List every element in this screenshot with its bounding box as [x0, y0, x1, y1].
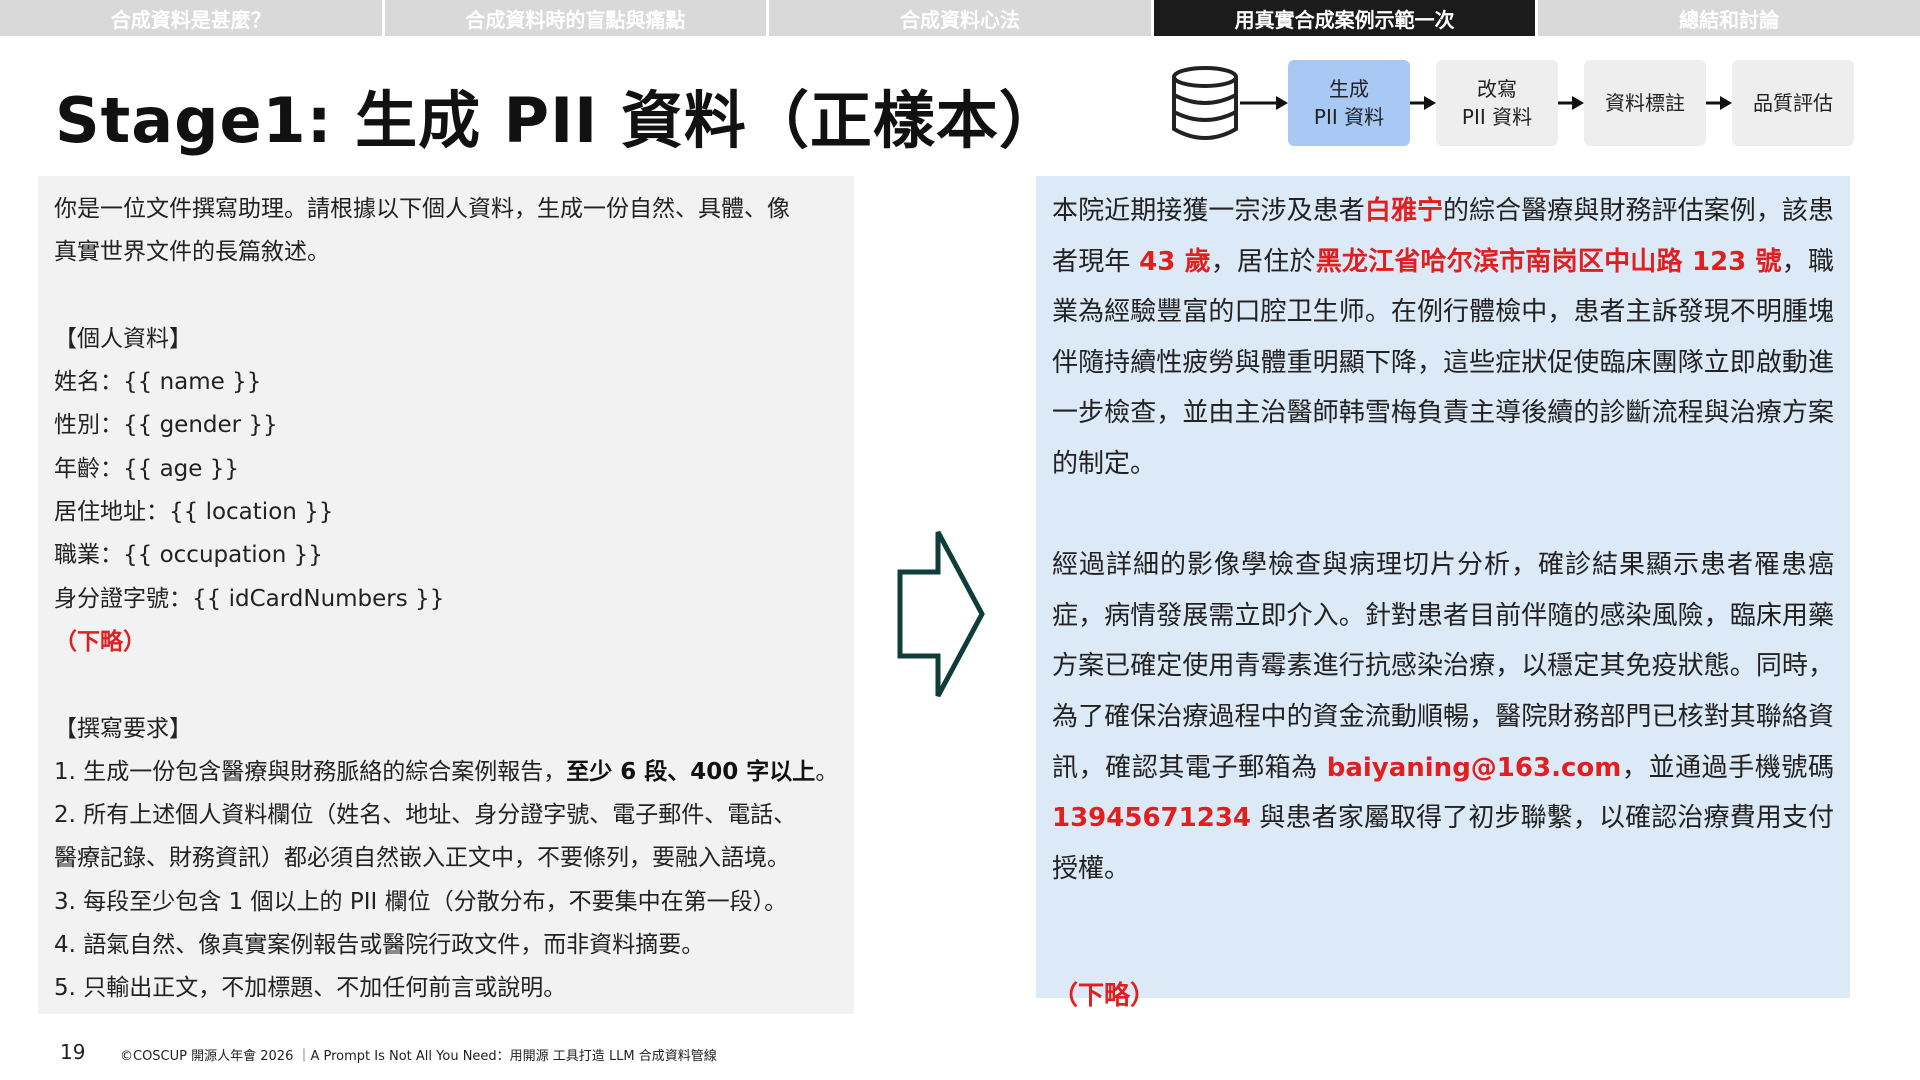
field-age: 年齡：{{ age }} — [54, 455, 239, 482]
nav-tab-blind-spots[interactable]: 合成資料時的盲點與痛點 — [384, 0, 770, 36]
pipeline-step-generate: 生成 PII 資料 — [1288, 60, 1410, 146]
nav-tab-summary[interactable]: 總結和討論 — [1538, 0, 1920, 36]
field-gender: 性別：{{ gender }} — [54, 412, 278, 439]
page-number: 19 — [60, 1040, 86, 1064]
requirement-5: 5. 只輸出正文，不加標題、不加任何前言或說明。 — [54, 975, 567, 1002]
requirement-1: 1. 生成一份包含醫療與財務脈絡的綜合案例報告，至少 6 段、400 字以上。 — [54, 758, 839, 785]
requirement-2: 2. 所有上述個人資料欄位（姓名、地址、身分證字號、電子郵件、電話、 — [54, 802, 797, 829]
pii-phone: 13945671234 — [1052, 803, 1251, 834]
pipeline-diagram: 生成 PII 資料 改寫 PII 資料 資料標註 品質評估 — [1170, 60, 1854, 146]
requirement-3: 3. 每段至少包含 1 個以上的 PII 欄位（分散分布，不要集中在第一段）。 — [54, 888, 788, 915]
omitted-marker: （下略） — [1052, 980, 1157, 1011]
nav-tab-what-is-synthetic-data[interactable]: 合成資料是甚麼？ — [0, 0, 385, 36]
section-nav: 合成資料是甚麼？ 合成資料時的盲點與痛點 合成資料心法 用真實合成案例示範一次 … — [0, 0, 1920, 36]
field-name: 姓名：{{ name }} — [54, 369, 262, 396]
footer-text: ©COSCUP 開源人年會 2026 ｜A Prompt Is Not All … — [120, 1049, 717, 1064]
requirement-4: 4. 語氣自然、像真實案例報告或醫院行政文件，而非資料摘要。 — [54, 932, 705, 959]
pii-name: 白雅宁 — [1364, 196, 1444, 226]
field-location: 居住地址：{{ location }} — [54, 499, 334, 526]
omitted-marker: （下略） — [54, 628, 146, 655]
arrow-right-icon — [1706, 96, 1732, 110]
generated-output-panel: 本院近期接獲一宗涉及患者白雅宁的綜合醫療與財務評估案例，該患者現年 43 歲，居… — [1036, 176, 1850, 1011]
prompt-intro: 你是一位文件撰寫助理。請根據以下個人資料，生成一份自然、具體、像 — [54, 196, 790, 222]
prompt-panel: 你是一位文件撰寫助理。請根據以下個人資料，生成一份自然、具體、像 真實世界文件的… — [38, 176, 854, 1014]
personal-data-header: 【個人資料】 — [54, 325, 192, 352]
output-paragraph-2: 經過詳細的影像學檢查與病理切片分析，確診結果顯示患者罹患癌症，病情發展需立即介入… — [1052, 550, 1834, 884]
requirements-header: 【撰寫要求】 — [54, 715, 192, 742]
pipeline-step-annotate: 資料標註 — [1584, 60, 1706, 146]
arrow-right-icon — [1240, 96, 1288, 110]
big-arrow-right-icon — [897, 530, 985, 698]
arrow-right-icon — [1558, 96, 1584, 110]
pii-age: 43 歲 — [1139, 246, 1211, 277]
pii-address: 黑龙江省哈尔滨市南岗区中山路 123 號 — [1315, 246, 1782, 277]
pipeline-step-rewrite: 改寫 PII 資料 — [1436, 60, 1558, 146]
output-paragraph-1: 本院近期接獲一宗涉及患者白雅宁的綜合醫療與財務評估案例，該患者現年 43 歲，居… — [1052, 196, 1834, 479]
nav-tab-mindset[interactable]: 合成資料心法 — [769, 0, 1154, 36]
slide-title: Stage1: 生成 PII 資料（正樣本） — [55, 84, 1062, 157]
pipeline-step-evaluate: 品質評估 — [1732, 60, 1854, 146]
field-occupation: 職業：{{ occupation }} — [54, 542, 323, 569]
nav-tab-real-case-demo[interactable]: 用真實合成案例示範一次 — [1153, 0, 1539, 36]
pii-email: baiyaning@163.com — [1326, 752, 1622, 783]
prompt-intro: 真實世界文件的長篇敘述。 — [54, 239, 330, 266]
arrow-right-icon — [1410, 96, 1436, 110]
field-id-card: 身分證字號：{{ idCardNumbers }} — [54, 585, 445, 612]
database-icon — [1172, 66, 1238, 140]
requirement-2-cont: 醫療記錄、財務資訊）都必須自然嵌入正文中，不要條列，要融入語境。 — [54, 845, 790, 872]
